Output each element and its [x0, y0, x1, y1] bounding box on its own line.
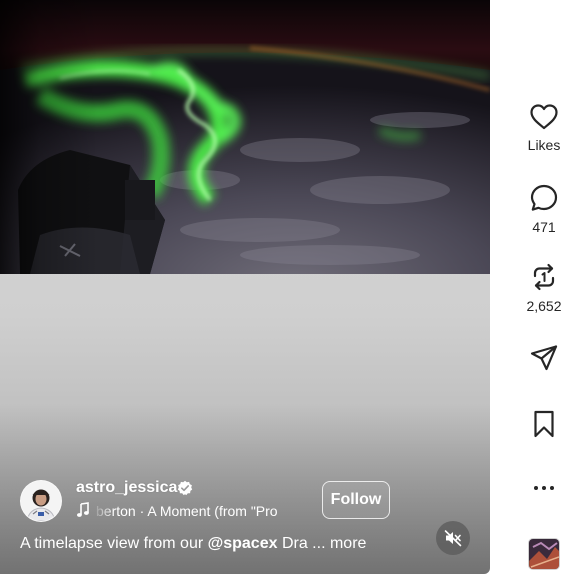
- comments-count: 471: [532, 219, 556, 235]
- aurora-video-still: [0, 0, 490, 274]
- more-options-button[interactable]: [514, 478, 574, 498]
- paper-plane-icon: [530, 345, 558, 371]
- author-username[interactable]: astro_jessica: [76, 478, 177, 498]
- bookmark-icon: [534, 410, 554, 438]
- save-button[interactable]: [514, 409, 574, 439]
- caption-ellipsis: ...: [307, 535, 330, 552]
- music-note-icon: [76, 502, 90, 520]
- follow-button[interactable]: Follow: [322, 481, 390, 519]
- astronaut-avatar-image: [21, 481, 61, 521]
- caption-text-continued: Dra: [277, 535, 308, 552]
- audio-track-title: berton · A Moment (from "Pro: [96, 503, 278, 519]
- mute-toggle-button[interactable]: [436, 521, 470, 555]
- like-button[interactable]: Likes: [514, 103, 574, 154]
- reel-viewer: astro_jessica berton · A Moment (from "P…: [0, 0, 575, 574]
- caption-text: A timelapse view from our: [20, 535, 208, 552]
- audio-cover-image: [529, 539, 559, 569]
- video-frame[interactable]: [0, 0, 490, 274]
- verified-badge-icon: [177, 480, 193, 496]
- caption-mention-link[interactable]: @spacex: [208, 535, 278, 552]
- author-avatar[interactable]: [20, 480, 62, 522]
- audio-cover-thumbnail[interactable]: [528, 538, 560, 570]
- more-dots-icon: [534, 486, 554, 490]
- repost-button[interactable]: 2,652: [514, 262, 574, 315]
- post-caption[interactable]: A timelapse view from our @spacex Dra ..…: [20, 534, 400, 554]
- heart-icon: [530, 104, 558, 130]
- reposts-count: 2,652: [526, 298, 562, 314]
- action-rail: Likes 471 2,652: [514, 0, 575, 574]
- speaker-muted-icon: [444, 530, 462, 547]
- comment-bubble-icon: [530, 184, 558, 211]
- repost-icon: [533, 263, 555, 291]
- caption-more-link[interactable]: more: [330, 535, 366, 552]
- comment-button[interactable]: 471: [514, 183, 574, 236]
- share-button[interactable]: [514, 343, 574, 373]
- audio-track-link[interactable]: berton · A Moment (from "Pro: [76, 502, 302, 520]
- likes-label: Likes: [527, 137, 561, 153]
